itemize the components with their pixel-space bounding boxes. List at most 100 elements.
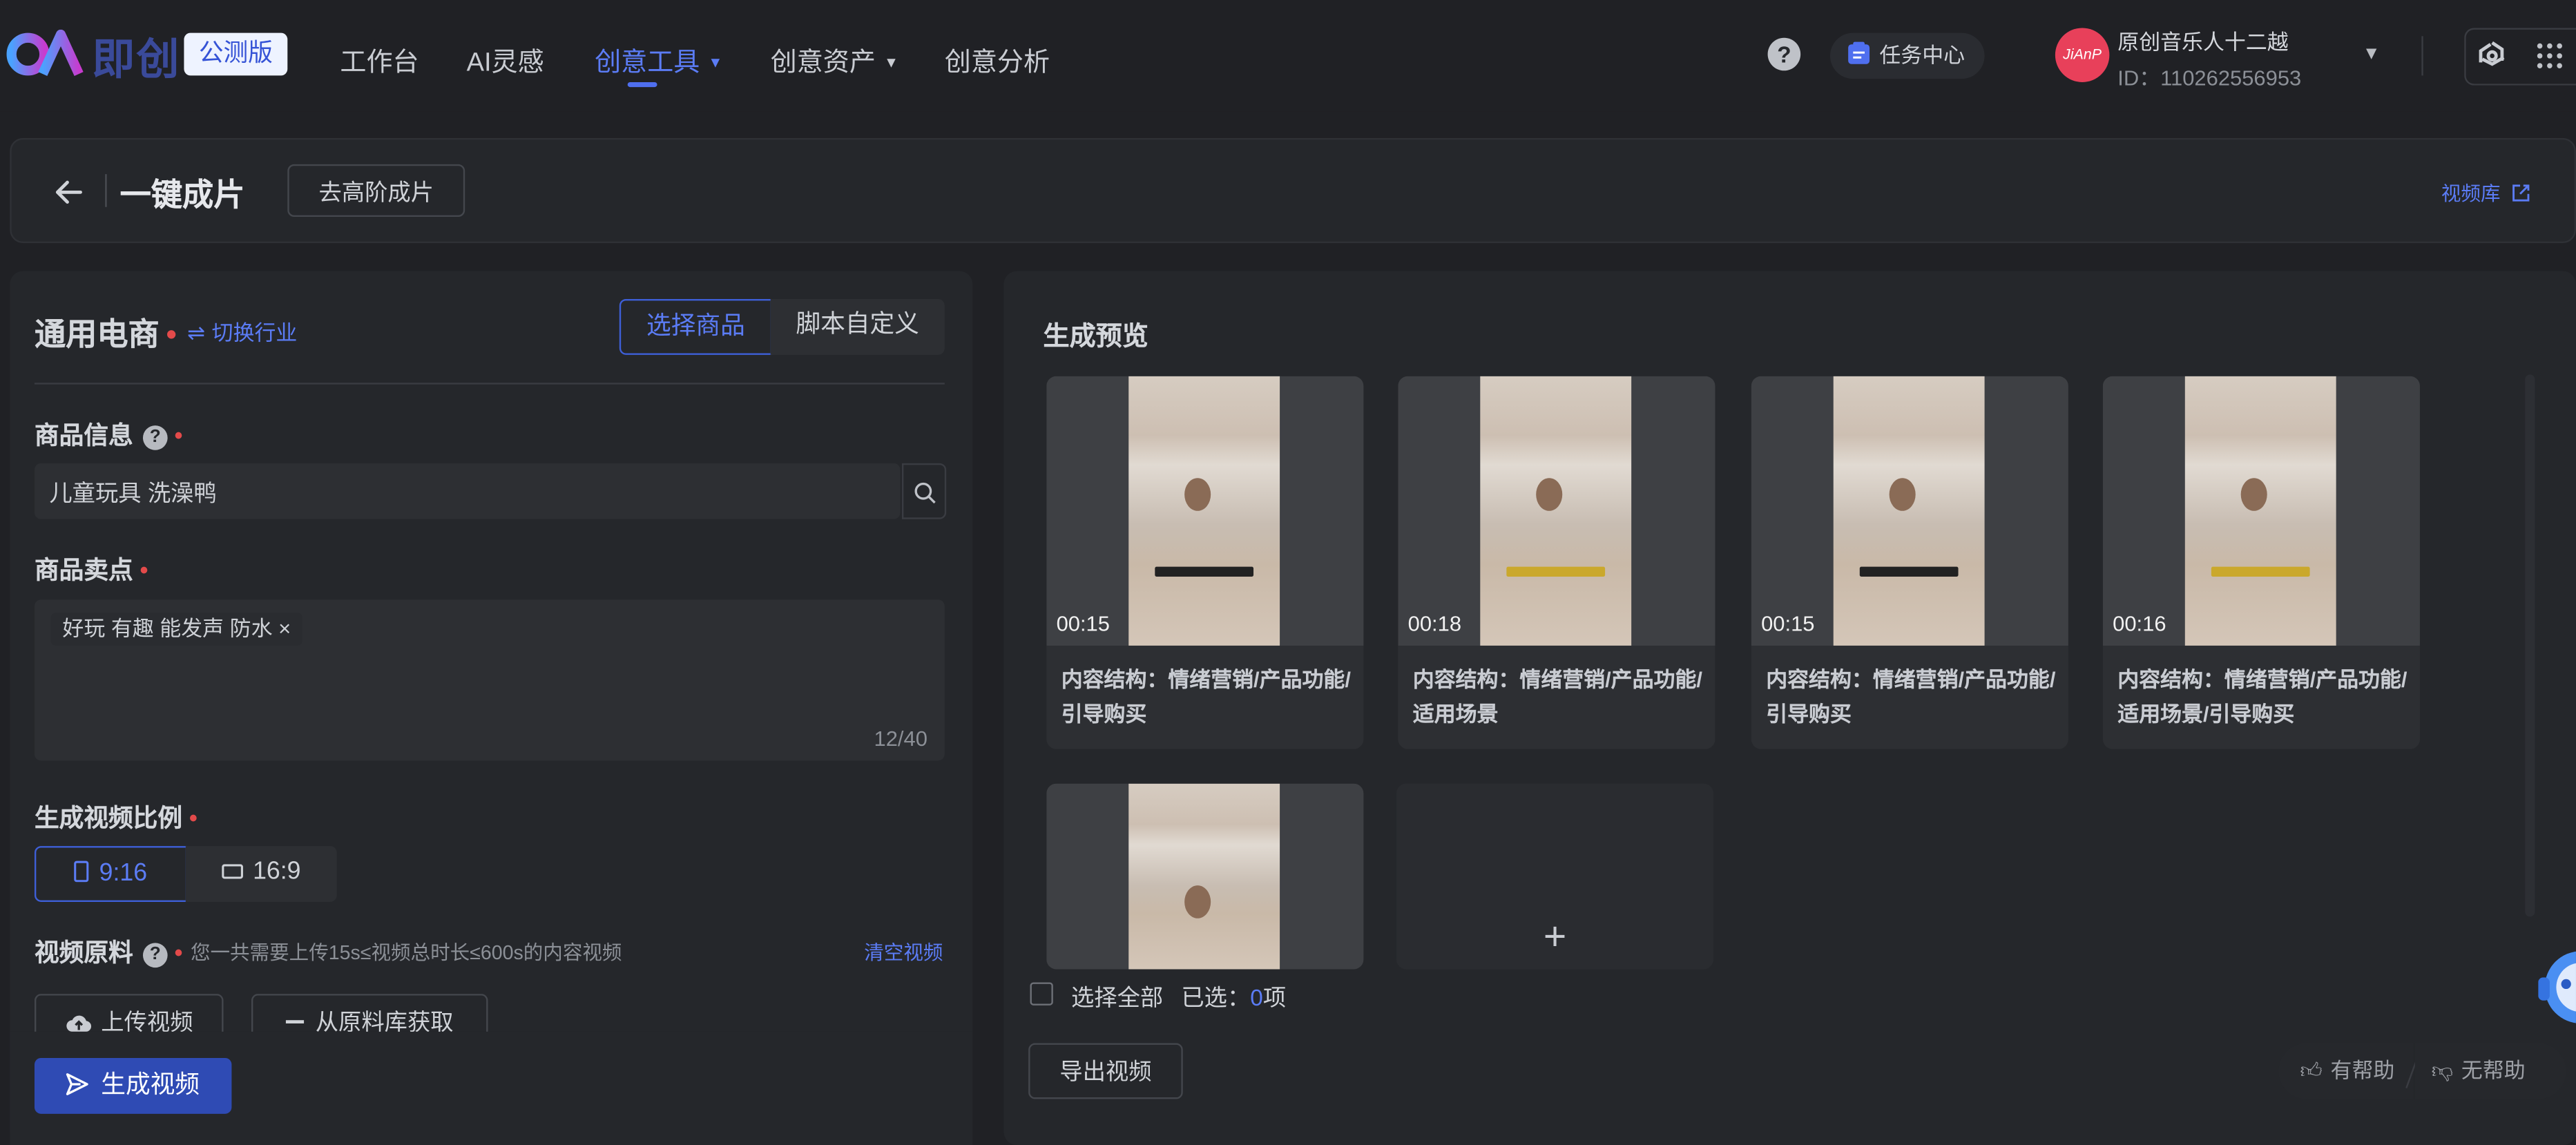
search-button[interactable] <box>901 463 947 519</box>
from-library-label: 从原料库获取 <box>315 1008 454 1034</box>
video-duration: 00:18 <box>1407 610 1462 636</box>
video-still-subject <box>1889 478 1916 511</box>
ratio-text: 生成视频比例 <box>34 805 183 834</box>
product-info-text: 商品信息 <box>34 422 133 450</box>
divider <box>2421 36 2423 76</box>
selected-suffix: 项 <box>1262 983 1287 1010</box>
required-mark: • <box>174 422 183 450</box>
help-icon[interactable]: ? <box>142 425 168 450</box>
nav-workbench[interactable]: 工作台 <box>340 39 419 79</box>
nav-creative-analysis[interactable]: 创意分析 <box>945 39 1050 79</box>
page-title: 一键成片 <box>119 179 245 214</box>
user-dropdown-caret-icon[interactable]: ▼ <box>2363 44 2381 64</box>
video-card[interactable]: 00:15 内容结构：情绪营销/产品功能/引导购买 <box>1046 376 1364 749</box>
minus-icon <box>285 1020 305 1023</box>
video-card[interactable]: 00:15 内容结构：情绪营销/产品功能/引导购买 <box>1751 376 2068 749</box>
switch-industry-link[interactable]: ⇌ 切换行业 <box>187 316 297 347</box>
preview-title: 生成预览 <box>1043 323 1148 352</box>
plus-icon: + <box>1543 914 1567 960</box>
video-thumbnail: 00:16 <box>2102 376 2420 646</box>
required-mark: • <box>140 557 148 585</box>
upload-video-label: 上传视频 <box>101 1008 193 1034</box>
video-thumbnail: 00:15 <box>1751 376 2068 646</box>
industry-title: 通用电商 • <box>35 311 177 355</box>
select-all-label[interactable]: 选择全部 <box>1071 981 1163 1014</box>
material-text: 视频原料 <box>34 939 133 968</box>
selected-number: 0 <box>1250 983 1263 1010</box>
avatar[interactable]: JiAnP <box>2055 28 2110 82</box>
video-duration: 00:15 <box>1761 610 1815 636</box>
help-icon[interactable]: ? <box>1767 37 1801 71</box>
assistant-avatar-icon[interactable] <box>2538 945 2576 1037</box>
not-helpful-button[interactable]: 👎︎ 无帮助 <box>2414 1043 2566 1099</box>
switch-industry-label: 切换行业 <box>211 320 298 345</box>
app-switch-icon[interactable] <box>2476 39 2509 73</box>
product-info-input[interactable]: 儿童玩具 洗澡鸭 <box>34 463 901 519</box>
video-description: 内容结构：情绪营销/产品功能/引导购买 <box>1766 666 2056 727</box>
close-icon[interactable]: × <box>278 616 291 641</box>
helpful-label: 有帮助 <box>2330 1057 2395 1083</box>
nav-creative-assets[interactable]: 创意资产 ▼ <box>771 39 898 79</box>
selling-point-tag[interactable]: 好玩 有趣 能发声 防水 × <box>50 613 302 646</box>
video-still <box>1128 376 1280 646</box>
nav-label: 创意工具 <box>595 49 700 77</box>
active-nav-indicator <box>627 81 657 88</box>
video-caption-bar <box>1859 566 1959 577</box>
task-center-button[interactable]: 任务中心 <box>1829 32 1985 79</box>
required-mark: • <box>166 318 177 354</box>
video-still-subject <box>1184 478 1211 511</box>
video-still <box>1480 376 1632 646</box>
video-card[interactable]: 00:16 内容结构：情绪营销/产品功能/适用场景/引导购买 <box>2102 376 2420 749</box>
clear-videos-link[interactable]: 清空视频 <box>864 938 943 965</box>
thumb-up-icon: 👍︎ <box>2300 1057 2323 1083</box>
landscape-icon <box>221 864 243 879</box>
video-thumbnail: 00:18 <box>1398 376 1715 646</box>
ratio-9-16-option[interactable]: 9:16 <box>34 846 188 902</box>
beta-badge: 公测版 <box>184 32 288 76</box>
generate-video-button[interactable]: 生成视频 <box>34 1057 232 1114</box>
selected-count: 已选：0项 <box>1181 981 1286 1014</box>
advanced-editing-button[interactable]: 去高阶成片 <box>287 164 465 218</box>
ratio-16-9-option[interactable]: 16:9 <box>185 846 337 902</box>
video-caption-bar <box>1155 566 1254 577</box>
video-library-link[interactable]: 视频库 <box>2441 179 2530 206</box>
add-video-card[interactable]: + <box>1396 783 1714 970</box>
from-library-button[interactable]: 从原料库获取 <box>251 994 488 1034</box>
grid-apps-icon[interactable] <box>2535 41 2564 70</box>
export-video-button[interactable]: 导出视频 <box>1028 1043 1183 1099</box>
char-counter: 12/40 <box>874 726 927 751</box>
helpful-button[interactable]: 👍︎ 有帮助 <box>2278 1043 2414 1099</box>
video-description: 内容结构：情绪营销/产品功能/适用场景/引导购买 <box>2117 666 2407 727</box>
not-helpful-label: 无帮助 <box>2461 1057 2526 1083</box>
product-info-label: 商品信息? • <box>35 417 183 452</box>
industry-label: 通用电商 <box>34 318 160 354</box>
send-icon <box>67 1073 89 1095</box>
logo-icon[interactable] <box>6 29 86 79</box>
video-still-subject <box>1184 885 1211 918</box>
tab-select-product[interactable]: 选择商品 <box>619 298 773 355</box>
nav-label: 创意资产 <box>770 49 876 77</box>
logo-text: 即创 <box>92 34 181 84</box>
video-card[interactable] <box>1046 783 1364 970</box>
scrollbar[interactable] <box>2525 374 2535 917</box>
video-description: 内容结构：情绪营销/产品功能/引导购买 <box>1061 666 1351 727</box>
required-mark: • <box>174 939 183 968</box>
selected-prefix: 已选： <box>1181 983 1251 1010</box>
video-caption-bar <box>1506 566 1606 577</box>
video-still-subject <box>1536 478 1563 511</box>
help-icon[interactable]: ? <box>142 943 168 968</box>
nav-ai-inspiration[interactable]: AI灵感 <box>467 39 544 79</box>
upload-video-button[interactable]: 上传视频 <box>34 994 224 1034</box>
upload-cloud-icon <box>66 1015 90 1032</box>
nav-creative-tools[interactable]: 创意工具 ▼ <box>595 39 722 79</box>
back-arrow-icon[interactable] <box>55 177 84 207</box>
video-thumbnail: 00:15 <box>1046 376 1364 646</box>
ratio-option-label: 9:16 <box>99 859 148 887</box>
product-info-value: 儿童玩具 洗澡鸭 <box>49 479 217 506</box>
select-all-checkbox[interactable] <box>1030 982 1053 1006</box>
task-center-label: 任务中心 <box>1879 42 1965 68</box>
phone-portrait-icon <box>75 860 90 883</box>
tab-custom-script[interactable]: 脚本自定义 <box>770 298 945 355</box>
video-description: 内容结构：情绪营销/产品功能/适用场景 <box>1412 666 1702 727</box>
video-card[interactable]: 00:18 内容结构：情绪营销/产品功能/适用场景 <box>1398 376 1715 749</box>
